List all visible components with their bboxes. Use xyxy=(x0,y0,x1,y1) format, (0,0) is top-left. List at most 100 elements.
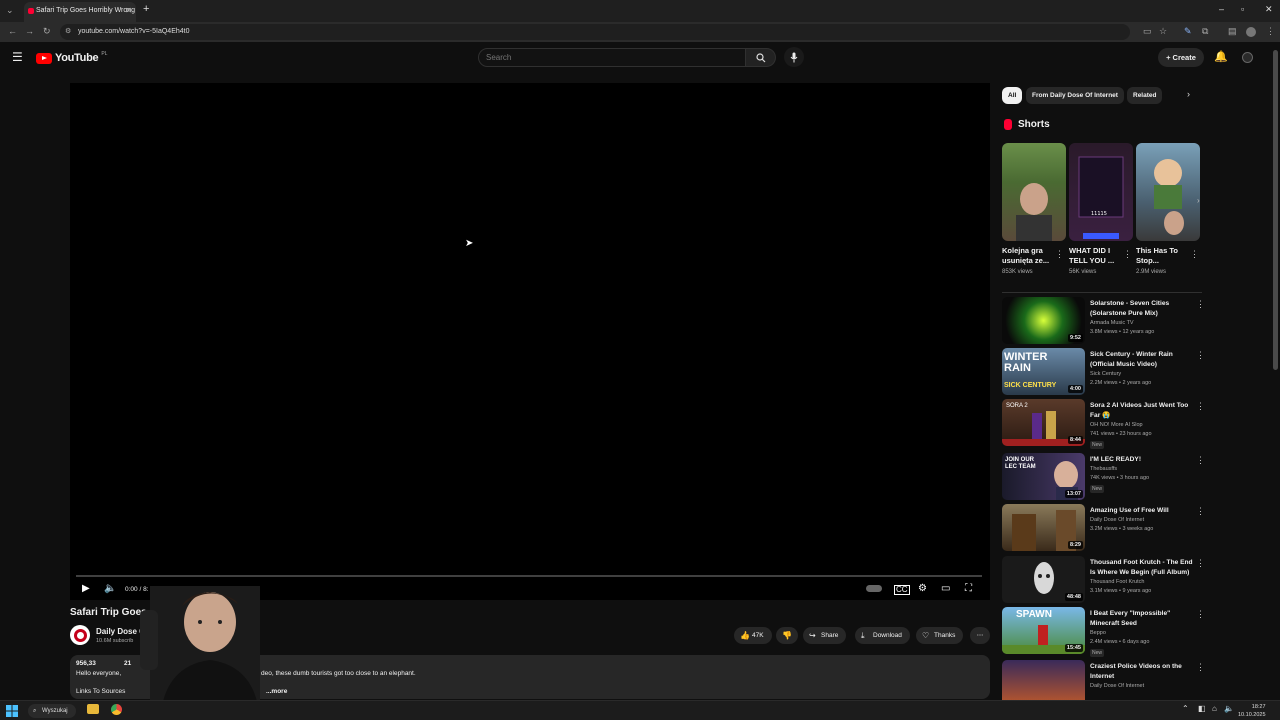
autoplay-toggle[interactable] xyxy=(866,585,882,592)
video-menu-icon[interactable]: ⋮ xyxy=(1196,350,1205,361)
youtube-header: ☰ YouTube PL + Create 🔔 xyxy=(0,42,1280,72)
video-thumbnail: 8:29 xyxy=(1002,504,1085,551)
clock-date: 10.10.2025 xyxy=(1238,712,1266,718)
tab-list-icon[interactable]: ⌄ xyxy=(6,5,14,16)
download-label: Download xyxy=(873,632,902,639)
recommended-video[interactable]: SPAWN 15:45 I Beat Every "Impossible" Mi… xyxy=(1002,607,1205,657)
short-menu-icon[interactable]: ⋮ xyxy=(1190,250,1199,259)
theater-mode-icon[interactable]: ▭ xyxy=(941,583,950,594)
windows-start-icon[interactable] xyxy=(6,705,18,717)
share-button[interactable]: ↪ Share xyxy=(803,627,847,644)
recommended-video[interactable]: 9:52 Solarstone - Seven Cities (Solarsto… xyxy=(1002,297,1205,345)
taskbar-search[interactable]: ⌕ Wyszukaj xyxy=(28,704,76,718)
page-scrollbar[interactable] xyxy=(1273,50,1278,370)
video-menu-icon[interactable]: ⋮ xyxy=(1196,455,1205,466)
short-menu-icon[interactable]: ⋮ xyxy=(1055,250,1064,259)
chip-from-channel[interactable]: From Daily Dose Of Internet xyxy=(1026,87,1124,104)
recommended-video[interactable]: Craziest Police Videos on the Internet D… xyxy=(1002,660,1202,700)
video-menu-icon[interactable]: ⋮ xyxy=(1196,662,1202,673)
dislike-button[interactable]: 👎 xyxy=(776,627,798,644)
browser-tab[interactable]: Safari Trip Goes Horribly Wrong ✕ xyxy=(24,2,136,22)
description-more-link[interactable]: ...more xyxy=(266,688,287,695)
video-thumbnail: SORA 2 8:44 xyxy=(1002,399,1085,446)
chip-related[interactable]: Related xyxy=(1127,87,1163,104)
chip-all[interactable]: All xyxy=(1002,87,1023,104)
recommended-video[interactable]: SORA 2 8:44 Sora 2 AI Videos Just Went T… xyxy=(1002,399,1205,449)
profile-avatar[interactable] xyxy=(1246,27,1256,37)
tab-close-icon[interactable]: ✕ xyxy=(125,2,132,20)
video-menu-icon[interactable]: ⋮ xyxy=(1196,506,1205,517)
video-thumbnail: SPAWN 15:45 xyxy=(1002,607,1085,654)
video-title: Sora 2 AI Videos Just Went Too Far 😭 xyxy=(1090,402,1189,419)
taskbar-search-label: Wyszukaj xyxy=(42,708,68,714)
video-channel: Armada Music TV xyxy=(1090,320,1134,326)
forward-icon[interactable]: → xyxy=(25,26,34,36)
thanks-button[interactable]: ♡ Thanks xyxy=(916,627,964,644)
video-meta: 2.2M views • 2 years ago xyxy=(1090,380,1152,386)
short-menu-icon[interactable]: ⋮ xyxy=(1123,250,1132,259)
short-cartoon-image xyxy=(1154,159,1184,235)
short-thumbnail xyxy=(1002,143,1066,241)
short-thumbnail: 11115 xyxy=(1069,143,1133,241)
new-badge: New xyxy=(1090,485,1105,493)
play-icon[interactable]: ▶ xyxy=(82,583,90,594)
captions-icon[interactable]: CC xyxy=(894,585,910,595)
url-field[interactable]: ⚙ youtube.com/watch?v=-5IaQ4Eh4t0 xyxy=(60,24,1130,40)
extensions-puzzle-icon[interactable]: ⧉ xyxy=(1202,26,1208,37)
settings-gear-icon[interactable]: ⚙ xyxy=(918,583,927,594)
more-actions-button[interactable]: ⋯ xyxy=(970,627,990,644)
extension-icon[interactable]: ✎ xyxy=(1184,26,1192,37)
account-avatar[interactable] xyxy=(1242,52,1253,63)
recommended-video[interactable]: WINTER RAIN SICK CENTURY 4:00 Sick Centu… xyxy=(1002,348,1205,396)
site-info-icon[interactable]: ⚙ xyxy=(65,24,71,40)
chips-next-chevron-icon[interactable]: › xyxy=(1187,89,1190,99)
file-explorer-icon[interactable] xyxy=(87,704,99,714)
side-panel-icon[interactable]: ▤ xyxy=(1228,26,1237,37)
taskbar-clock[interactable]: 18:27 10.10.2025 xyxy=(1238,703,1266,719)
video-channel: OH NO! More AI Slop xyxy=(1090,422,1143,428)
recommended-video[interactable]: 8:29 Amazing Use of Free Will Daily Dose… xyxy=(1002,504,1205,552)
notifications-bell-icon[interactable]: 🔔 xyxy=(1214,50,1228,63)
thumbnail-text: SICK CENTURY xyxy=(1004,382,1057,389)
description-links: Links To Sources xyxy=(76,688,126,695)
video-meta: 3.2M views • 3 weeks ago xyxy=(1090,526,1154,532)
shorts-logo-icon xyxy=(1004,119,1012,130)
back-icon[interactable]: ← xyxy=(8,26,17,36)
create-button[interactable]: + Create xyxy=(1158,48,1204,67)
volume-icon[interactable]: 🔈 xyxy=(1224,704,1234,713)
fullscreen-icon[interactable]: ⛶ xyxy=(965,583,972,594)
volume-icon[interactable]: 🔈 xyxy=(104,583,116,594)
hamburger-menu-icon[interactable]: ☰ xyxy=(12,50,23,64)
restore-icon[interactable]: ▫ xyxy=(1241,4,1244,14)
tray-app-icon[interactable]: ◧ xyxy=(1198,704,1206,713)
close-window-icon[interactable]: ✕ xyxy=(1265,4,1273,15)
search-button[interactable] xyxy=(746,48,776,67)
reload-icon[interactable]: ↻ xyxy=(43,26,51,37)
recommended-video[interactable]: JOIN OUR LEC TEAM 13:07 I'M LEC READY! T… xyxy=(1002,453,1205,501)
video-player[interactable]: ▶ 🔈 0:00 / 8: CC ⚙ ▭ ⛶ ➤ xyxy=(70,83,990,600)
new-tab-icon[interactable]: + xyxy=(143,3,149,15)
install-app-icon[interactable]: ▭ xyxy=(1143,26,1152,37)
tray-chevron-icon[interactable]: ⌃ xyxy=(1182,704,1189,713)
download-button[interactable]: ⤓ Download xyxy=(855,627,910,644)
browser-menu-icon[interactable]: ⋮ xyxy=(1266,26,1275,37)
chrome-icon[interactable] xyxy=(111,704,122,715)
youtube-logo[interactable]: YouTube PL xyxy=(36,51,107,65)
video-channel: Daily Dose Of Internet xyxy=(1090,683,1145,689)
minimize-icon[interactable]: – xyxy=(1219,4,1224,14)
bookmark-star-icon[interactable]: ☆ xyxy=(1159,26,1167,37)
progress-bar[interactable] xyxy=(76,575,982,577)
channel-avatar[interactable] xyxy=(70,625,90,645)
shorts-next-chevron-icon[interactable]: › xyxy=(1197,196,1200,205)
recommended-video[interactable]: 48:48 Thousand Foot Krutch - The End Is … xyxy=(1002,556,1205,604)
video-menu-icon[interactable]: ⋮ xyxy=(1196,299,1205,310)
voice-search-button[interactable] xyxy=(784,47,804,67)
video-channel: Thousand Foot Krutch xyxy=(1090,579,1145,585)
like-button[interactable]: 👍 47K xyxy=(734,627,772,644)
new-badge: New xyxy=(1090,649,1105,657)
video-menu-icon[interactable]: ⋮ xyxy=(1196,401,1205,412)
video-menu-icon[interactable]: ⋮ xyxy=(1196,609,1205,620)
search-input[interactable] xyxy=(478,48,746,67)
network-icon[interactable]: ⌂ xyxy=(1212,704,1217,713)
video-menu-icon[interactable]: ⋮ xyxy=(1196,558,1205,569)
